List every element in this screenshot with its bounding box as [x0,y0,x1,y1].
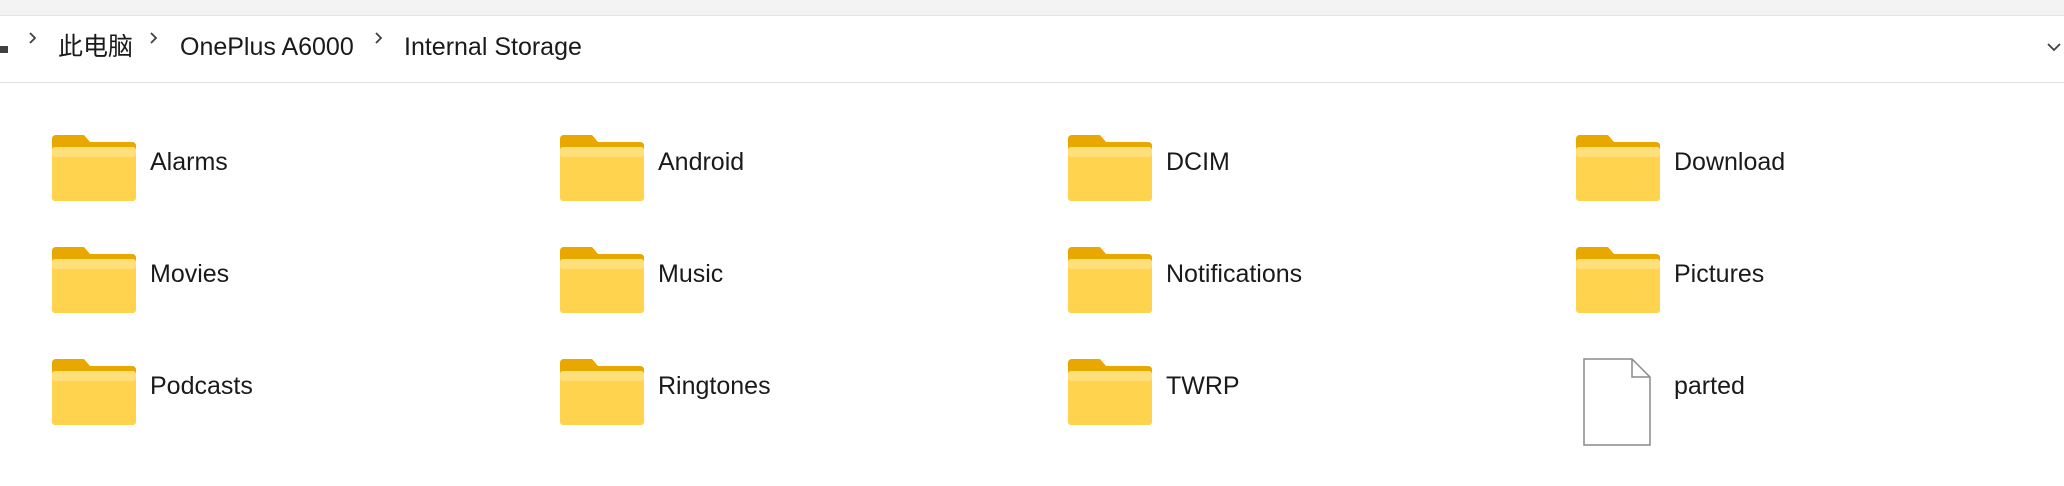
folder-icon [1068,247,1152,313]
chevron-right-icon [29,32,37,44]
item-name: Music [658,260,724,288]
item-name: DCIM [1166,148,1230,176]
breadcrumb-internal-storage[interactable]: Internal Storage [404,31,582,63]
folder-icon [52,135,136,201]
item-name: Alarms [150,148,228,176]
location-icon [0,46,8,53]
chevron-right-icon[interactable] [370,30,386,46]
file-grid: Alarms Android DCIM Download Movies Musi… [0,83,2064,486]
folder-icon [560,247,644,313]
item-name: parted [1674,372,1745,400]
file-icon [1583,358,1651,446]
folder-icon [1576,135,1660,201]
folder-icon [560,359,644,425]
chevron-down-icon[interactable] [2034,32,2064,62]
item-name: TWRP [1166,372,1240,400]
item-name: Download [1674,148,1786,176]
item-name: Notifications [1166,260,1303,288]
folder-icon [560,135,644,201]
folder-icon [1068,359,1152,425]
list-item[interactable]: Notifications [1066,245,1546,345]
item-name: Pictures [1674,260,1765,288]
list-item[interactable]: Movies [50,245,530,345]
chevron-right-icon[interactable] [145,30,161,46]
list-item[interactable]: Podcasts [50,357,530,457]
list-item[interactable]: Pictures [1574,245,2054,345]
folder-icon [1068,135,1152,201]
list-item[interactable]: TWRP [1066,357,1546,457]
breadcrumb-device[interactable]: OnePlus A6000 [180,31,354,63]
item-name: Podcasts [150,372,253,400]
item-name: Ringtones [658,372,771,400]
folder-icon [52,247,136,313]
list-item[interactable]: parted [1574,357,2054,457]
list-item[interactable]: DCIM [1066,133,1546,233]
item-name: Android [658,148,745,176]
folder-icon [1576,247,1660,313]
list-item[interactable]: Music [558,245,1038,345]
list-item[interactable]: Ringtones [558,357,1038,457]
list-item[interactable]: Alarms [50,133,530,233]
folder-icon [52,359,136,425]
list-item[interactable]: Android [558,133,1038,233]
list-item[interactable]: Download [1574,133,2054,233]
window-top-strip [0,0,2064,16]
item-name: Movies [150,260,230,288]
breadcrumb-this-pc[interactable]: 此电脑 [58,31,133,63]
